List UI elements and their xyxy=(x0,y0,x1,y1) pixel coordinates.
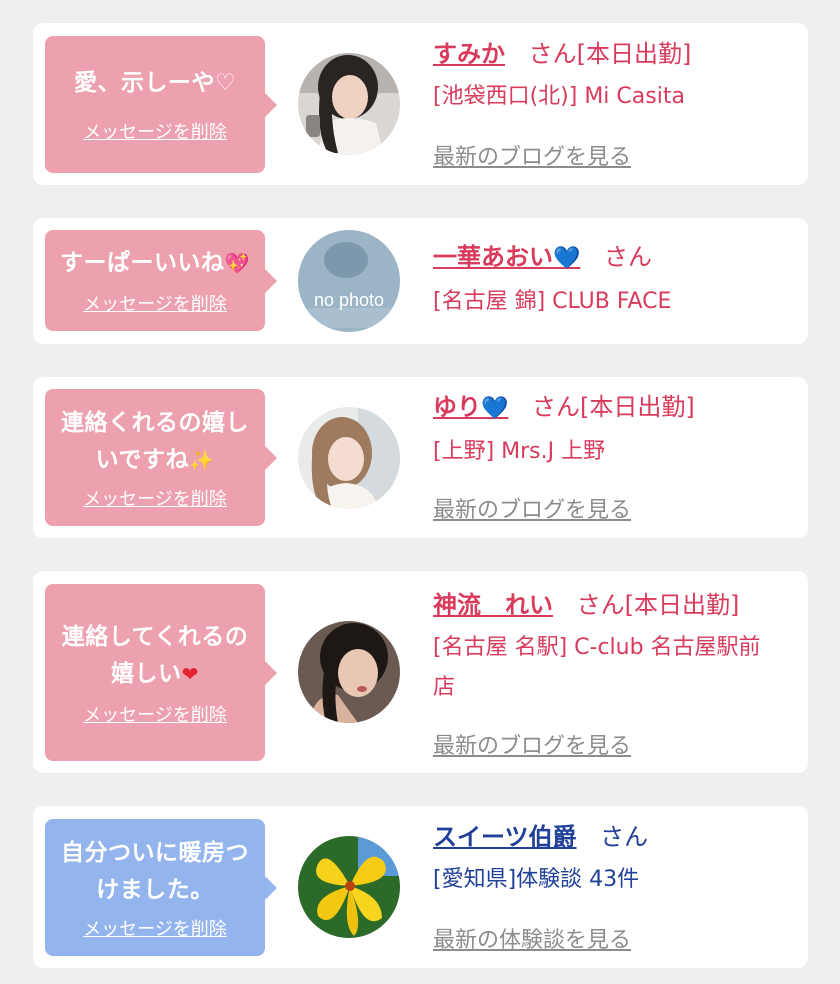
message-card: 連絡くれるの嬉し いですね✨ メッセージを削除 ゆり💙 さん[本日出勤] [上野… xyxy=(33,377,808,538)
avatar[interactable] xyxy=(298,621,400,723)
message-text: 連絡してくれるの 嬉しい❤ xyxy=(61,623,249,687)
name-line: すみか さん[本日出勤] xyxy=(433,39,798,69)
yellow-flower-avatar xyxy=(298,836,400,938)
avatar[interactable] xyxy=(298,53,400,155)
name-line: 神流 れい さん[本日出勤] xyxy=(433,590,798,620)
profile-name-link[interactable]: 一華あおい💙 xyxy=(433,243,580,271)
shop-info: [名古屋 錦] CLUB FACE xyxy=(433,289,672,314)
no-photo-text: no photo xyxy=(314,290,384,310)
message-card: 連絡してくれるの 嬉しい❤ メッセージを削除 神流 れい さん[本日出勤] [名… xyxy=(33,571,808,773)
sparkling-heart-icon: 💖 xyxy=(224,251,250,275)
profile-info: すみか さん[本日出勤] [池袋西口(北)] Mi Casita 最新のブログを… xyxy=(433,39,798,170)
review-info: [愛知県]体験談 43件 xyxy=(433,867,640,892)
delete-message-link[interactable]: メッセージを削除 xyxy=(83,915,227,941)
profile-name-link[interactable]: すみか xyxy=(433,40,505,68)
message-text: 愛、示しーや♡ xyxy=(73,70,237,96)
name-suffix: さん[本日出勤] xyxy=(576,591,740,619)
profile-info: 一華あおい💙 さん [名古屋 錦] CLUB FACE xyxy=(433,242,798,322)
message-text: 連絡くれるの嬉し いですね✨ xyxy=(61,409,249,473)
profile-name-link[interactable]: ゆり💙 xyxy=(433,393,508,421)
shop-info: [名古屋 名駅] C-club 名古屋駅前店 xyxy=(433,635,761,700)
message-text: 自分ついに暖房つ けました。 xyxy=(61,839,249,903)
profile-name-link[interactable]: スイーツ伯爵 xyxy=(433,823,577,851)
sparkles-icon: ✨ xyxy=(188,447,215,472)
name-line: スイーツ伯爵 さん xyxy=(433,822,798,852)
latest-review-link[interactable]: 最新の体験談を見る xyxy=(433,922,631,954)
avatar[interactable]: no photo xyxy=(298,230,400,332)
profile-info: スイーツ伯爵 さん [愛知県]体験談 43件 最新の体験談を見る xyxy=(433,822,798,953)
avatar[interactable] xyxy=(298,407,400,509)
latest-blog-link[interactable]: 最新のブログを見る xyxy=(433,492,631,524)
blue-heart-icon: 💙 xyxy=(481,396,509,421)
woman-portrait-avatar xyxy=(298,621,400,723)
latest-blog-link[interactable]: 最新のブログを見る xyxy=(433,139,631,171)
message-bubble: 愛、示しーや♡ メッセージを削除 xyxy=(45,36,277,173)
delete-message-link[interactable]: メッセージを削除 xyxy=(83,701,227,727)
message-card: 自分ついに暖房つ けました。 メッセージを削除 スイーツ伯爵 さん [愛知県]体… xyxy=(33,806,808,968)
name-suffix: さん[本日出勤] xyxy=(528,40,692,68)
shop-info: [上野] Mrs.J 上野 xyxy=(433,439,606,464)
no-photo-avatar: no photo xyxy=(298,230,400,332)
delete-message-link[interactable]: メッセージを削除 xyxy=(83,485,227,511)
name-line: ゆり💙 さん[本日出勤] xyxy=(433,392,798,424)
message-bubble: すーぱーいいね💖 メッセージを削除 xyxy=(45,230,277,331)
message-list: 愛、示しーや♡ メッセージを削除 すみか さん[本日出勤] [池袋西口(北)] … xyxy=(0,0,840,984)
name-suffix: さん[本日出勤] xyxy=(532,393,695,421)
name-suffix: さん xyxy=(604,243,653,271)
avatar[interactable] xyxy=(298,836,400,938)
delete-message-link[interactable]: メッセージを削除 xyxy=(83,290,227,316)
blue-heart-icon: 💙 xyxy=(553,246,581,271)
red-heart-icon: ❤ xyxy=(181,661,199,686)
message-bubble: 連絡してくれるの 嬉しい❤ メッセージを削除 xyxy=(45,584,277,761)
latest-blog-link[interactable]: 最新のブログを見る xyxy=(433,728,631,760)
woman-portrait-avatar xyxy=(298,407,400,509)
profile-info: 神流 れい さん[本日出勤] [名古屋 名駅] C-club 名古屋駅前店 最新… xyxy=(433,590,798,759)
shop-info: [池袋西口(北)] Mi Casita xyxy=(433,84,685,109)
message-text: すーぱーいいね💖 xyxy=(60,250,250,276)
delete-message-link[interactable]: メッセージを削除 xyxy=(83,118,227,144)
message-bubble: 自分ついに暖房つ けました。 メッセージを削除 xyxy=(45,819,277,956)
name-suffix: さん xyxy=(600,823,649,851)
message-bubble: 連絡くれるの嬉し いですね✨ メッセージを削除 xyxy=(45,389,277,526)
name-line: 一華あおい💙 さん xyxy=(433,242,798,274)
profile-info: ゆり💙 さん[本日出勤] [上野] Mrs.J 上野 最新のブログを見る xyxy=(433,392,798,523)
woman-portrait-avatar xyxy=(298,53,400,155)
message-card: 愛、示しーや♡ メッセージを削除 すみか さん[本日出勤] [池袋西口(北)] … xyxy=(33,23,808,185)
profile-name-link[interactable]: 神流 れい xyxy=(433,591,553,619)
message-card: すーぱーいいね💖 メッセージを削除 no photo 一華あおい💙 さん [名古… xyxy=(33,218,808,344)
